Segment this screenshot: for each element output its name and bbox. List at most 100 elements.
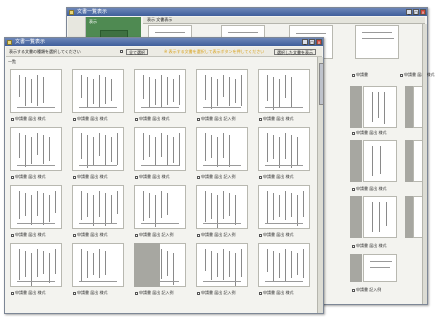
front-window-titlebar[interactable]: 文書一覧表示 _ □ × bbox=[5, 38, 323, 46]
maximize-button[interactable]: □ bbox=[309, 39, 315, 45]
app-icon bbox=[7, 39, 12, 45]
thumbnail-checkbox[interactable] bbox=[11, 233, 14, 237]
document-thumbnail[interactable] bbox=[196, 127, 248, 171]
thumbnail-label: 申請書 届出 記入例 bbox=[139, 232, 174, 237]
document-thumbnail[interactable] bbox=[72, 243, 124, 287]
thumbnail-label: 申請書 届出 記入例 bbox=[201, 116, 236, 121]
thumbnail-label: 申請書 届出 様式 bbox=[77, 290, 108, 295]
thumbnail-caption: 申請書 届出 様式 bbox=[73, 116, 108, 122]
thumbnail-label: 申請書 届出 記入例 bbox=[201, 290, 236, 295]
back-thumb-caption: 申請書 記入例 bbox=[352, 287, 381, 293]
document-thumbnail[interactable] bbox=[258, 185, 310, 229]
document-thumbnail[interactable] bbox=[134, 185, 186, 229]
thumbnail-checkbox[interactable] bbox=[73, 291, 76, 295]
thumbnail-checkbox[interactable] bbox=[259, 117, 262, 121]
thumbnail-checkbox[interactable] bbox=[259, 233, 262, 237]
document-thumbnail[interactable] bbox=[196, 243, 248, 287]
select-all-button[interactable]: 全て選択 bbox=[126, 48, 148, 55]
thumbnail-checkbox[interactable] bbox=[73, 175, 76, 179]
thumbnail-label: 申請書 届出 様式 bbox=[77, 116, 108, 121]
thumbnail-caption: 申請書 届出 様式 bbox=[259, 232, 294, 238]
back-gray-column bbox=[350, 196, 362, 238]
thumbnail-grid: 申請書 届出 様式 申請書 届出 様式 申請書 届出 様式 申請書 届出 記入例 申請書… bbox=[5, 63, 315, 311]
document-thumbnail[interactable] bbox=[134, 127, 186, 171]
thumbnail-checkbox[interactable] bbox=[135, 291, 138, 295]
thumbnail-caption: 申請書 届出 記入例 bbox=[197, 174, 236, 180]
document-thumbnail[interactable] bbox=[258, 243, 310, 287]
thumbnail-caption: 申請書 届出 様式 bbox=[135, 174, 170, 180]
scrollbar-thumb[interactable] bbox=[318, 63, 324, 105]
document-thumbnail[interactable] bbox=[258, 69, 310, 113]
thumbnail-caption: 申請書 届出 様式 bbox=[259, 116, 294, 122]
document-thumbnail[interactable] bbox=[134, 69, 186, 113]
thumbnail-label: 申請書 届出 様式 bbox=[263, 116, 294, 121]
thumbnail-checkbox[interactable] bbox=[11, 291, 14, 295]
front-window-title: 文書一覧表示 bbox=[15, 39, 46, 45]
document-thumbnail[interactable] bbox=[10, 127, 62, 171]
document-thumbnail[interactable] bbox=[196, 185, 248, 229]
document-thumbnail[interactable] bbox=[258, 127, 310, 171]
thumbnail-label: 申請書 届出 様式 bbox=[77, 174, 108, 179]
select-all-checkbox[interactable] bbox=[120, 50, 123, 53]
back-thumb-caption: 申請書 bbox=[352, 72, 368, 78]
back-thumb-caption: 申請書 届出 様式 bbox=[400, 72, 435, 78]
document-thumbnail[interactable] bbox=[72, 127, 124, 171]
thumbnail-caption: 申請書 届出 様式 bbox=[73, 290, 108, 296]
thumbnail-label: 申請書 届出 様式 bbox=[15, 290, 46, 295]
thumbnail-label: 申請書 届出 様式 bbox=[15, 116, 46, 121]
app-icon bbox=[69, 9, 74, 15]
document-thumbnail[interactable] bbox=[10, 243, 62, 287]
thumbnail-checkbox[interactable] bbox=[11, 117, 14, 121]
toolbar: 表示する文書の種類を選択してください 全て選択 ※ 表示する文書を選択して表示ボ… bbox=[6, 47, 322, 57]
thumbnail-checkbox[interactable] bbox=[135, 175, 138, 179]
thumbnail-checkbox[interactable] bbox=[135, 233, 138, 237]
back-gray-column bbox=[350, 140, 362, 182]
maximize-button[interactable]: □ bbox=[413, 9, 419, 15]
back-thumb[interactable] bbox=[363, 140, 397, 182]
thumbnail-checkbox[interactable] bbox=[73, 117, 76, 121]
minimize-button[interactable]: _ bbox=[302, 39, 308, 45]
document-thumbnail[interactable] bbox=[72, 185, 124, 229]
thumbnail-caption: 申請書 届出 様式 bbox=[259, 290, 294, 296]
back-thumb[interactable] bbox=[363, 196, 397, 238]
document-thumbnail[interactable] bbox=[10, 185, 62, 229]
thumbnail-checkbox[interactable] bbox=[11, 175, 14, 179]
back-thumb[interactable] bbox=[355, 25, 399, 59]
show-selected-button[interactable]: 選択した文書を表示 bbox=[274, 48, 316, 55]
thumbnail-caption: 申請書 届出 様式 bbox=[11, 232, 46, 238]
thumbnail-checkbox[interactable] bbox=[197, 117, 200, 121]
thumbnail-checkbox[interactable] bbox=[73, 233, 76, 237]
thumbnail-caption: 申請書 届出 様式 bbox=[11, 174, 46, 180]
thumbnail-label: 申請書 届出 様式 bbox=[263, 290, 294, 295]
minimize-button[interactable]: _ bbox=[406, 9, 412, 15]
document-thumbnail[interactable] bbox=[72, 69, 124, 113]
back-thumb[interactable] bbox=[363, 254, 397, 282]
back-thumb-caption: 申請書 届出 様式 bbox=[352, 130, 387, 136]
back-thumb[interactable] bbox=[363, 86, 397, 128]
back-gray-column bbox=[405, 140, 413, 182]
thumbnail-label: 申請書 届出 記入例 bbox=[201, 174, 236, 179]
front-scrollbar[interactable] bbox=[317, 57, 324, 313]
thumbnail-checkbox[interactable] bbox=[197, 291, 200, 295]
thumbnail-caption: 申請書 届出 様式 bbox=[259, 174, 294, 180]
thumbnail-checkbox[interactable] bbox=[259, 175, 262, 179]
back-tab-label[interactable]: 表示 文書表示 bbox=[143, 17, 172, 22]
thumbnail-checkbox[interactable] bbox=[259, 291, 262, 295]
document-thumbnail[interactable] bbox=[10, 69, 62, 113]
back-window-titlebar[interactable]: 文書一覧表示 _ □ × bbox=[67, 8, 427, 16]
thumbnail-checkbox[interactable] bbox=[135, 117, 138, 121]
close-button[interactable]: × bbox=[420, 9, 426, 15]
close-button[interactable]: × bbox=[316, 39, 322, 45]
back-panel-label: 表示 bbox=[89, 19, 97, 24]
thumbnail-caption: 申請書 届出 記入例 bbox=[197, 232, 236, 238]
back-gray-column bbox=[405, 196, 413, 238]
thumbnail-checkbox[interactable] bbox=[197, 175, 200, 179]
thumbnail-label: 申請書 届出 記入例 bbox=[139, 290, 174, 295]
back-thumb-caption: 申請書 届出 様式 bbox=[352, 186, 387, 192]
thumbnail-checkbox[interactable] bbox=[197, 233, 200, 237]
document-thumbnail[interactable] bbox=[196, 69, 248, 113]
thumbnail-caption: 申請書 届出 様式 bbox=[73, 174, 108, 180]
thumbnail-caption: 申請書 届出 様式 bbox=[73, 232, 108, 238]
notice-text: ※ 表示する文書を選択して表示ボタンを押してください bbox=[164, 49, 265, 54]
back-scrollbar[interactable] bbox=[422, 24, 427, 304]
